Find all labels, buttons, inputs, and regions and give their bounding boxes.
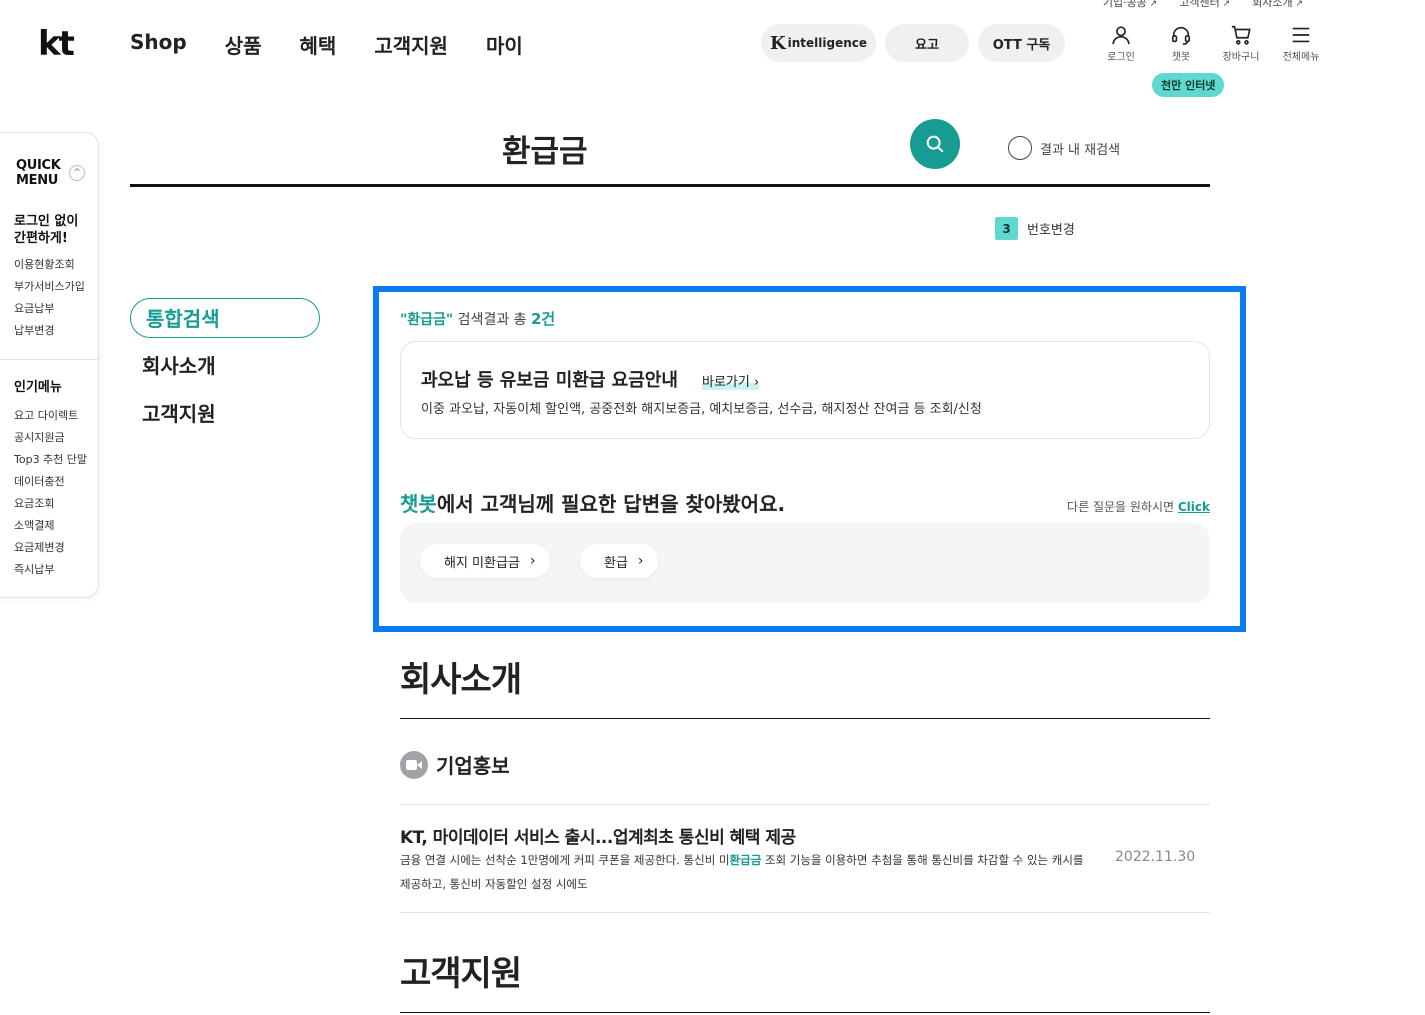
result-count-mid: 검색결과 총 [453,312,531,328]
quick-item-data-charge[interactable]: 데이터충전 [14,471,87,493]
chevron-right-icon: › [753,375,760,390]
video-camera-icon [400,750,428,779]
number-change-label: 번호변경 [1027,223,1075,238]
search-header: 환급금 결과 내 재검색 [130,100,1210,187]
company-section-title: 회사소개 [400,660,522,700]
chip-refund[interactable]: 환급 › [580,544,658,578]
chip-unrefunded-termination[interactable]: 해지 미환급금 › [420,544,550,578]
support-divider [400,1012,1210,1013]
nav-products[interactable]: 상품 [225,30,262,59]
quick-divider [0,359,98,360]
quick-item-subsidy[interactable]: 공시지원금 [14,427,87,449]
ott-subscription-button[interactable]: OTT 구독 [978,24,1065,62]
chevron-right-icon: › [529,553,536,569]
cart-icon [1218,24,1264,48]
quick-item-micropay[interactable]: 소액결제 [14,515,87,537]
quick-menu-toggle[interactable]: ^ [69,165,85,181]
result-category-nav: 통합검색 회사소개 고객지원 [130,298,320,442]
nav-benefits[interactable]: 혜택 [300,30,337,59]
full-menu-button[interactable]: 전체메뉴 [1278,24,1324,63]
pr-divider [400,804,1210,805]
company-divider [400,718,1210,719]
number-change[interactable]: 3 번호변경 [995,217,1075,240]
quick-item-bill[interactable]: 요금조회 [14,493,87,515]
quick-section-title-login-free: 로그인 없이 간편하게! [14,214,79,246]
nav-shop[interactable]: Shop [130,30,187,59]
result-count-term: "환급금" [400,312,454,328]
global-header: kt Shop 상품 혜택 고객지원 마이 Kintelligence 요고 O… [0,0,1425,100]
service-result-card: 과오납 등 유보금 미환급 요금안내 바로가기 › 이중 과오납, 자동이체 할… [400,341,1210,439]
news-divider [400,912,1210,913]
number-badge: 3 [995,217,1018,240]
header-pills: Kintelligence 요고 OTT 구독 [761,24,1065,62]
research-label: 결과 내 재검색 [1040,142,1121,158]
pr-subsection-title: 기업홍보 [400,750,510,779]
service-shortcut-link[interactable]: 바로가기 › [702,371,760,390]
k-mark: K [769,32,786,54]
yogo-button[interactable]: 요고 [885,24,969,62]
support-section-title: 고객지원 [400,954,522,994]
result-count: "환급금" 검색결과 총 2건 [400,308,555,329]
quick-menu-title: QUICK MENU [16,158,61,188]
quick-item-payment-change[interactable]: 납부변경 [14,320,85,342]
tab-company[interactable]: 회사소개 [130,346,320,386]
chatbot-more: 다른 질문을 원하시면 Click [1067,500,1210,514]
quick-item-yogo-direct[interactable]: 요고 다이렉트 [14,405,87,427]
quick-item-top3[interactable]: Top3 추천 단말 [14,449,87,471]
search-icon [926,135,944,153]
service-title: 과오납 등 유보금 미환급 요금안내 [421,370,678,391]
nav-my[interactable]: 마이 [486,30,523,59]
quick-item-instant-pay[interactable]: 즉시납부 [14,559,87,581]
hamburger-icon [1278,24,1324,48]
quick-item-plan-change[interactable]: 요금제변경 [14,537,87,559]
header-utility-icons: 로그인 챗봇 장바구니 전체메뉴 [1098,24,1324,63]
login-button[interactable]: 로그인 [1098,24,1144,63]
search-button[interactable] [910,119,960,169]
chatbot-suggestions: 해지 미환급금 › 환급 › [400,523,1210,603]
quick-menu: QUICK MENU ^ 로그인 없이 간편하게! 이용현황조회 부가서비스가입… [0,132,99,598]
chatbot-button[interactable]: 챗봇 [1158,24,1204,63]
quick-item-payment[interactable]: 요금납부 [14,298,85,320]
news-title[interactable]: KT, 마이데이터 서비스 출시...업계최초 통신비 혜택 제공 [400,823,796,848]
quick-list-popular: 요고 다이렉트 공시지원금 Top3 추천 단말 데이터충전 요금조회 소액결제… [14,405,87,581]
news-date: 2022.11.30 [1115,849,1196,865]
search-input[interactable]: 환급금 [502,126,588,171]
headset-icon [1158,24,1204,48]
cart-button[interactable]: 장바구니 [1218,24,1264,63]
quick-list-login-free: 이용현황조회 부가서비스가입 요금납부 납부변경 [14,254,85,342]
k-intelligence-button[interactable]: Kintelligence [761,24,876,62]
news-description: 금융 연결 시에는 선착순 1만명에게 커피 쿠폰을 제공한다. 통신비 미환급… [400,853,1084,891]
internet-promo-tooltip[interactable]: 천만 인터넷 [1152,73,1225,97]
research-within-results[interactable]: 결과 내 재검색 [1008,136,1120,160]
result-count-number: 2건 [531,310,556,328]
nav-support[interactable]: 고객지원 [374,30,448,59]
chatbot-click-link[interactable]: Click [1178,500,1210,514]
service-description: 이중 과오납, 자동이체 할인액, 공중전화 해지보증금, 예치보증금, 선수금… [421,402,982,417]
quick-item-usage[interactable]: 이용현황조회 [14,254,85,276]
kt-logo[interactable]: kt [38,26,75,62]
quick-item-addon[interactable]: 부가서비스가입 [14,276,85,298]
chatbot-heading: 챗봇에서 고객님께 필요한 답변을 찾아봤어요. [400,492,786,516]
main-nav: Shop 상품 혜택 고객지원 마이 [130,30,523,59]
quick-section-title-popular: 인기메뉴 [14,380,62,395]
research-radio[interactable] [1008,136,1032,160]
chevron-right-icon: › [637,553,644,569]
tab-integrated-search[interactable]: 통합검색 [130,298,320,338]
person-icon [1098,24,1144,48]
tab-customer-support[interactable]: 고객지원 [130,394,320,434]
